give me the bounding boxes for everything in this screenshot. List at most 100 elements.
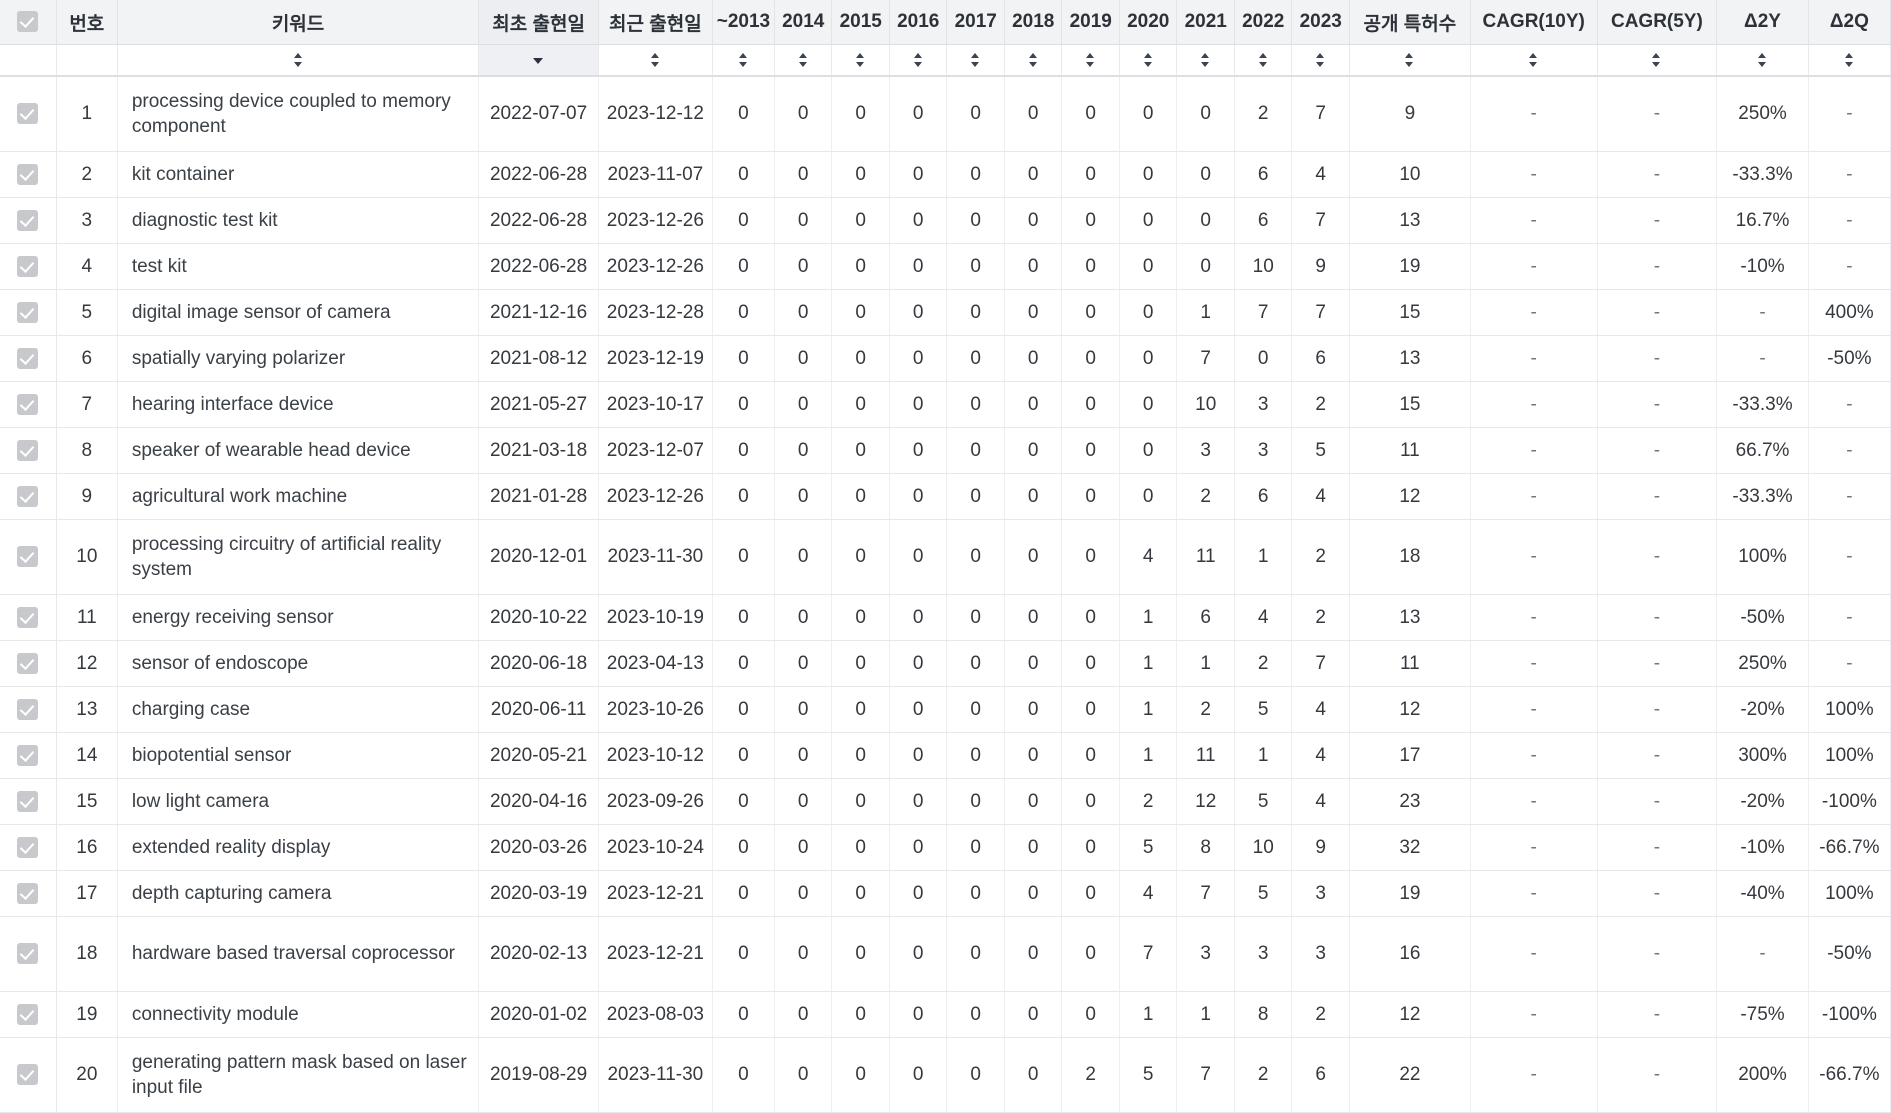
sort-updown-icon[interactable]	[737, 51, 750, 69]
table-row[interactable]: 14 biopotential sensor 2020-05-21 2023-10-1…	[0, 732, 1891, 779]
sort-toggle-cagr10[interactable]	[1470, 44, 1598, 77]
header-y2017[interactable]: 2017	[946, 0, 1005, 45]
sort-updown-icon[interactable]	[797, 51, 810, 69]
sort-updown-icon[interactable]	[1403, 51, 1416, 69]
table-row[interactable]: 19 connectivity module 2020-01-02 2023-08-0…	[0, 991, 1891, 1038]
sort-toggle-y2018[interactable]	[1004, 44, 1063, 77]
row-select-cell[interactable]	[0, 381, 57, 428]
table-row[interactable]: 5 digital image sensor of camera 2021-12-1…	[0, 289, 1891, 336]
row-select-cell[interactable]	[0, 778, 57, 825]
header-last_date[interactable]: 최근 출현일	[598, 0, 713, 45]
row-checkbox[interactable]	[17, 301, 39, 323]
header-y2023[interactable]: 2023	[1291, 0, 1350, 45]
row-checkbox[interactable]	[17, 698, 39, 720]
sort-toggle-last_date[interactable]	[598, 44, 713, 77]
row-checkbox[interactable]	[17, 163, 39, 185]
table-row[interactable]: 3 diagnostic test kit 2022-06-28 2023-12-26…	[0, 197, 1891, 244]
table-row[interactable]: 7 hearing interface device 2021-05-27 2023-…	[0, 381, 1891, 428]
row-checkbox[interactable]	[17, 439, 39, 461]
row-select-cell[interactable]	[0, 1037, 57, 1113]
table-row[interactable]: 12 sensor of endoscope 2020-06-18 2023-04-1…	[0, 640, 1891, 687]
row-select-cell[interactable]	[0, 686, 57, 733]
table-row[interactable]: 1 processing device coupled to memory com…	[0, 76, 1891, 152]
row-select-cell[interactable]	[0, 243, 57, 290]
table-row[interactable]: 10 processing circuitry of artificial rea…	[0, 519, 1891, 595]
row-select-cell[interactable]	[0, 640, 57, 687]
sort-toggle-d2y[interactable]	[1716, 44, 1809, 77]
sort-updown-icon[interactable]	[1142, 51, 1155, 69]
row-checkbox[interactable]	[17, 209, 39, 231]
sort-updown-icon[interactable]	[912, 51, 925, 69]
table-row[interactable]: 17 depth capturing camera 2020-03-19 2023-1…	[0, 870, 1891, 917]
header-no[interactable]: 번호	[56, 0, 118, 45]
sort-toggle-total[interactable]	[1349, 44, 1471, 77]
row-select-cell[interactable]	[0, 519, 57, 595]
row-checkbox[interactable]	[17, 606, 39, 628]
sort-toggle-cagr5[interactable]	[1597, 44, 1718, 77]
sort-updown-icon[interactable]	[1314, 51, 1327, 69]
row-checkbox[interactable]	[17, 1064, 39, 1086]
row-checkbox[interactable]	[17, 347, 39, 369]
header-y2018[interactable]: 2018	[1004, 0, 1063, 45]
row-checkbox[interactable]	[17, 255, 39, 277]
sort-updown-icon[interactable]	[969, 51, 982, 69]
row-checkbox[interactable]	[17, 790, 39, 812]
table-row[interactable]: 6 spatially varying polarizer 2021-08-12 20…	[0, 335, 1891, 382]
sort-toggle-y2015[interactable]	[831, 44, 890, 77]
sort-updown-icon[interactable]	[1650, 51, 1663, 69]
table-row[interactable]: 9 agricultural work machine 2021-01-28 2023…	[0, 473, 1891, 520]
table-row[interactable]: 4 test kit 2022-06-28 2023-12-26 0 0 0 0 0 0 0 0 0 10…	[0, 243, 1891, 290]
sort-updown-icon[interactable]	[1843, 51, 1856, 69]
header-y2020[interactable]: 2020	[1119, 0, 1178, 45]
sort-toggle-y2022[interactable]	[1234, 44, 1293, 77]
row-checkbox[interactable]	[17, 485, 39, 507]
row-checkbox[interactable]	[17, 546, 39, 568]
table-row[interactable]: 15 low light camera 2020-04-16 2023-09-26 0 0…	[0, 778, 1891, 825]
header-y2021[interactable]: 2021	[1176, 0, 1235, 45]
row-checkbox[interactable]	[17, 836, 39, 858]
row-select-cell[interactable]	[0, 824, 57, 871]
table-row[interactable]: 16 extended reality display 2020-03-26 2023…	[0, 824, 1891, 871]
row-select-cell[interactable]	[0, 473, 57, 520]
header-cagr5[interactable]: CAGR(5Y)	[1597, 0, 1718, 45]
row-select-cell[interactable]	[0, 594, 57, 641]
header-first_date[interactable]: 최초 출현일	[478, 0, 599, 45]
chevron-down-icon[interactable]	[532, 51, 545, 69]
header-y2019[interactable]: 2019	[1061, 0, 1120, 45]
sort-updown-icon[interactable]	[1084, 51, 1097, 69]
sort-updown-icon[interactable]	[1756, 51, 1769, 69]
header-y2015[interactable]: 2015	[831, 0, 890, 45]
header-total[interactable]: 공개 특허수	[1349, 0, 1471, 45]
row-checkbox[interactable]	[17, 1003, 39, 1025]
sort-toggle-y2017[interactable]	[946, 44, 1005, 77]
sort-toggle-y2016[interactable]	[889, 44, 948, 77]
row-select-cell[interactable]	[0, 427, 57, 474]
sort-updown-icon[interactable]	[854, 51, 867, 69]
table-row[interactable]: 18 hardware based traversal coprocessor 20…	[0, 916, 1891, 992]
sort-updown-icon[interactable]	[649, 51, 662, 69]
row-select-cell[interactable]	[0, 151, 57, 198]
sort-updown-icon[interactable]	[1257, 51, 1270, 69]
sort-updown-icon[interactable]	[1527, 51, 1540, 69]
sort-toggle-y2013[interactable]	[712, 44, 775, 77]
header-y2014[interactable]: 2014	[774, 0, 833, 45]
table-row[interactable]: 8 speaker of wearable head device 2021-03-…	[0, 427, 1891, 474]
row-checkbox[interactable]	[17, 943, 39, 965]
sort-toggle-y2020[interactable]	[1119, 44, 1178, 77]
header-select-all[interactable]	[0, 0, 57, 45]
header-y2013[interactable]: ~2013	[712, 0, 775, 45]
row-select-cell[interactable]	[0, 335, 57, 382]
row-select-cell[interactable]	[0, 991, 57, 1038]
row-select-cell[interactable]	[0, 916, 57, 992]
header-keyword[interactable]: 키워드	[117, 0, 480, 45]
table-row[interactable]: 2 kit container 2022-06-28 2023-11-07 0 0 0 0 0 0…	[0, 151, 1891, 198]
row-select-cell[interactable]	[0, 732, 57, 779]
sort-toggle-y2014[interactable]	[774, 44, 833, 77]
table-row[interactable]: 13 charging case 2020-06-11 2023-10-26 0 0 0 0 0…	[0, 686, 1891, 733]
row-select-cell[interactable]	[0, 870, 57, 917]
row-checkbox[interactable]	[17, 744, 39, 766]
select-all-checkbox[interactable]	[17, 11, 39, 33]
header-y2022[interactable]: 2022	[1234, 0, 1293, 45]
table-row[interactable]: 20 generating pattern mask based on laser…	[0, 1037, 1891, 1113]
header-cagr10[interactable]: CAGR(10Y)	[1470, 0, 1598, 45]
